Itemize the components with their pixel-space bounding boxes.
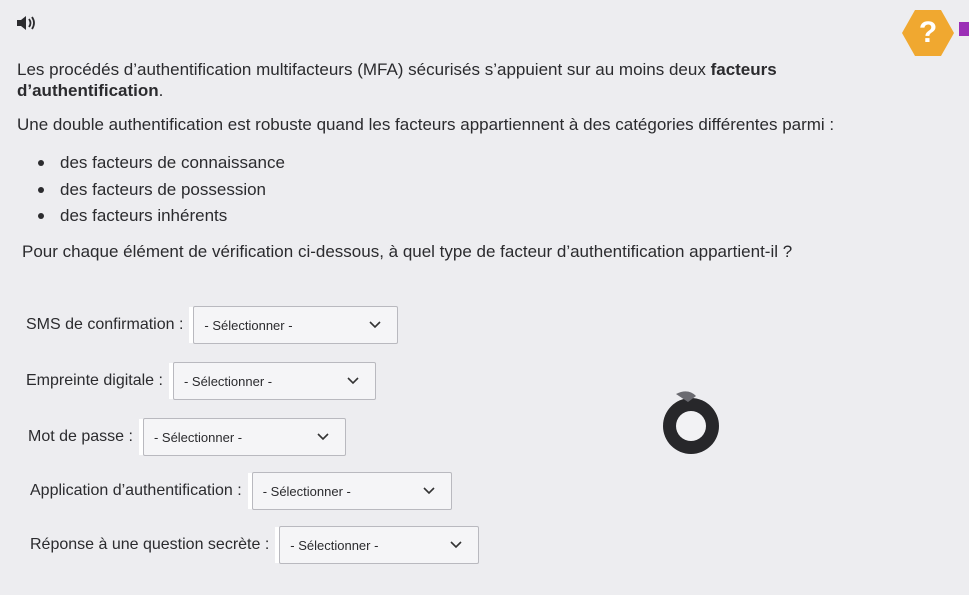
row-password: Mot de passe : - Sélectionner -	[28, 418, 346, 456]
factor-list: des facteurs de connaissance des facteur…	[38, 150, 285, 230]
sms-select[interactable]: - Sélectionner -	[189, 306, 399, 344]
chevron-down-icon	[347, 377, 359, 385]
row-fingerprint: Empreinte digitale : - Sélectionner -	[26, 362, 376, 400]
stylus-icon	[663, 391, 719, 454]
row-label: Mot de passe :	[28, 428, 133, 445]
bullet	[38, 186, 44, 193]
speaker-icon[interactable]	[15, 14, 37, 32]
row-label: Empreinte digitale :	[26, 372, 163, 389]
list-item: des facteurs inhérents	[38, 203, 285, 230]
select-divider	[189, 307, 194, 343]
chevron-down-icon	[423, 487, 435, 495]
bullet	[38, 160, 44, 167]
select-divider	[247, 473, 252, 509]
row-secret-question: Réponse à une question secrète : - Sélec…	[30, 526, 480, 564]
fingerprint-select[interactable]: - Sélectionner -	[168, 362, 376, 400]
select-divider	[138, 419, 143, 455]
intro-paragraph-1: Les procédés d’authentification multifac…	[17, 60, 777, 100]
intro-paragraph-2: Une double authentification est robuste …	[17, 115, 835, 134]
row-label: SMS de confirmation :	[26, 316, 184, 333]
password-select[interactable]: - Sélectionner -	[138, 418, 346, 456]
select-divider	[168, 363, 173, 399]
accent-strip	[959, 22, 969, 36]
row-label: Réponse à une question secrète :	[30, 536, 270, 553]
select-value: - Sélectionner -	[183, 374, 273, 389]
row-label: Application d’authentification :	[30, 482, 242, 499]
bullet	[38, 213, 44, 220]
row-sms: SMS de confirmation : - Sélectionner -	[26, 306, 399, 344]
secret-question-select[interactable]: - Sélectionner -	[275, 526, 480, 564]
auth-app-select[interactable]: - Sélectionner -	[247, 472, 452, 510]
list-item: des facteurs de possession	[38, 177, 285, 204]
question-text: Pour chaque élément de vérification ci-d…	[22, 242, 793, 261]
chevron-down-icon	[317, 433, 329, 441]
select-divider	[275, 527, 280, 563]
help-icon[interactable]: ?	[902, 10, 954, 56]
select-value: - Sélectionner -	[153, 430, 243, 445]
row-auth-app: Application d’authentification : - Sélec…	[30, 472, 452, 510]
list-item: des facteurs de connaissance	[38, 150, 285, 177]
select-value: - Sélectionner -	[204, 318, 293, 333]
select-value: - Sélectionner -	[262, 484, 351, 499]
chevron-down-icon	[369, 321, 381, 329]
chevron-down-icon	[450, 541, 462, 549]
select-value: - Sélectionner -	[290, 538, 379, 553]
